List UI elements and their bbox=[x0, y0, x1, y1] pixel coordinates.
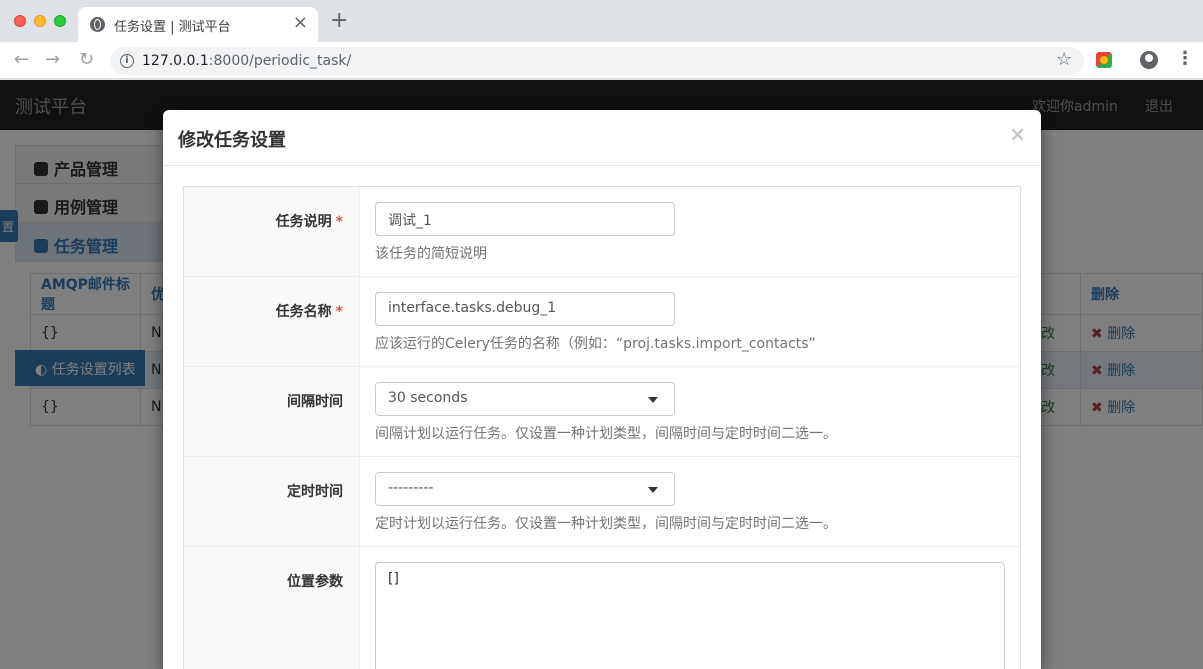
extension-icon[interactable] bbox=[1096, 52, 1112, 68]
caret-down-icon bbox=[648, 487, 658, 493]
edit-task-modal: 修改任务设置 × 任务说明 * 调试_1 该任务的简短说明 任务名称 * inter… bbox=[163, 110, 1041, 669]
help-text: 应该运行的Celery任务的名称（例如：“proj.tasks.import_c… bbox=[375, 336, 816, 352]
address-bar[interactable]: i 127.0.0.1:8000/periodic_task/ bbox=[110, 47, 1084, 75]
browser-tab[interactable]: 任务设置 | 测试平台 × bbox=[78, 7, 318, 42]
modal-title: 修改任务设置 bbox=[178, 130, 286, 151]
info-icon[interactable]: i bbox=[120, 54, 134, 68]
back-arrow-icon[interactable]: ← bbox=[14, 49, 29, 71]
help-text: 间隔计划以运行任务。仅设置一种计划类型，间隔时间与定时时间二选一。 bbox=[375, 426, 837, 442]
label-text: 任务说明 bbox=[275, 214, 332, 230]
task-description-input[interactable]: 调试_1 bbox=[375, 202, 675, 236]
field-label: 任务名称 * bbox=[276, 301, 343, 321]
more-menu-icon[interactable]: ⋮ bbox=[1176, 48, 1194, 69]
select-value: 30 seconds bbox=[388, 390, 468, 406]
form-row-crontab: 定时时间 --------- 定时计划以运行任务。仅设置一种计划类型，间隔时间与… bbox=[184, 457, 1020, 547]
field-label: 定时时间 bbox=[287, 484, 343, 500]
label-cell: 间隔时间 bbox=[184, 367, 360, 456]
window-close-button[interactable] bbox=[14, 15, 26, 27]
label-cell: 定时时间 bbox=[184, 457, 360, 546]
bookmark-star-icon[interactable]: ☆ bbox=[1056, 49, 1072, 70]
form-row-name: 任务名称 * interface.tasks.debug_1 应该运行的Celer… bbox=[184, 277, 1020, 367]
label-cell: 位置参数 bbox=[184, 547, 360, 669]
form-row-interval: 间隔时间 30 seconds 间隔计划以运行任务。仅设置一种计划类型，间隔时间… bbox=[184, 367, 1020, 457]
label-cell: 任务说明 * bbox=[184, 187, 360, 276]
modal-header: 修改任务设置 × bbox=[163, 110, 1041, 166]
help-text: 定时计划以运行任务。仅设置一种计划类型，间隔时间与定时时间二选一。 bbox=[375, 516, 837, 532]
window-zoom-button[interactable] bbox=[54, 15, 66, 27]
caret-down-icon bbox=[648, 397, 658, 403]
field-label: 位置参数 bbox=[287, 574, 343, 590]
form-row-args: 位置参数 [] bbox=[184, 547, 1020, 669]
label-text: 任务名称 bbox=[275, 304, 332, 320]
url-path: :8000/periodic_task/ bbox=[208, 53, 352, 69]
tab-title: 任务设置 | 测试平台 bbox=[114, 20, 231, 35]
window-minimize-button[interactable] bbox=[34, 15, 46, 27]
browser-toolbar: ← → ↻ i 127.0.0.1:8000/periodic_task/ bbox=[0, 42, 1203, 79]
url-text: 127.0.0.1:8000/periodic_task/ bbox=[142, 53, 351, 69]
globe-icon bbox=[90, 17, 105, 32]
field-label: 任务说明 * bbox=[276, 211, 343, 231]
close-icon[interactable]: × bbox=[1009, 124, 1026, 144]
profile-avatar-icon[interactable] bbox=[1140, 51, 1158, 69]
required-mark: * bbox=[335, 304, 343, 320]
help-text: 该任务的简短说明 bbox=[375, 246, 487, 262]
browser-tabbar: 任务设置 | 测试平台 × + bbox=[0, 0, 1203, 42]
reload-icon[interactable]: ↻ bbox=[79, 49, 94, 71]
label-cell: 任务名称 * bbox=[184, 277, 360, 366]
required-mark: * bbox=[335, 214, 343, 230]
form-row-description: 任务说明 * 调试_1 该任务的简短说明 bbox=[184, 187, 1020, 277]
task-name-input[interactable]: interface.tasks.debug_1 bbox=[375, 292, 675, 326]
forward-arrow-icon[interactable]: → bbox=[45, 49, 60, 71]
url-host: 127.0.0.1 bbox=[142, 53, 209, 69]
select-value: --------- bbox=[388, 480, 434, 496]
tab-close-icon[interactable]: × bbox=[293, 13, 308, 33]
crontab-select[interactable]: --------- bbox=[375, 472, 675, 506]
field-label: 间隔时间 bbox=[287, 394, 343, 410]
new-tab-icon[interactable]: + bbox=[330, 10, 348, 32]
args-textarea[interactable]: [] bbox=[375, 562, 1005, 669]
interval-select[interactable]: 30 seconds bbox=[375, 382, 675, 416]
task-form: 任务说明 * 调试_1 该任务的简短说明 任务名称 * interface.task… bbox=[183, 186, 1021, 669]
